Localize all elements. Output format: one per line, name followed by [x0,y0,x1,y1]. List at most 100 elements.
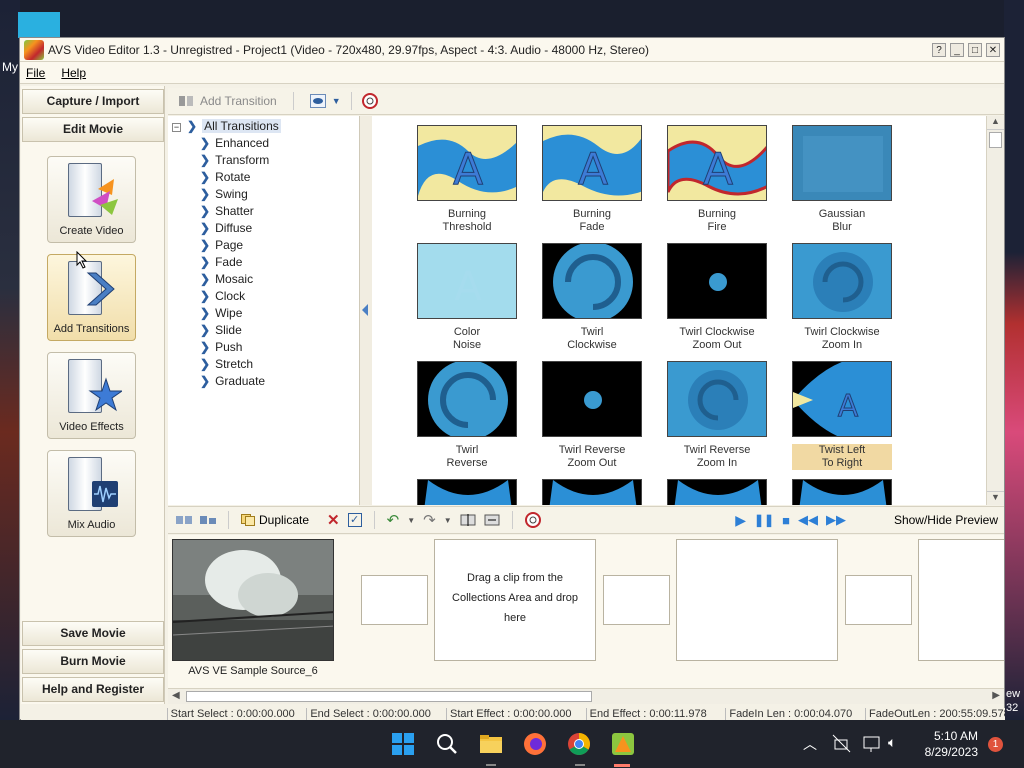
file-explorer-icon[interactable] [479,732,503,756]
view-mode-dropdown-icon[interactable]: ▼ [332,96,341,106]
fast-forward-icon[interactable]: ▶▶ [826,512,846,528]
tree-item[interactable]: ❯ Graduate [200,373,265,390]
transition-thumbnail-partial[interactable] [667,479,768,505]
panel-splitter[interactable] [360,116,372,505]
tree-item[interactable]: ❯ Slide [200,322,242,339]
menu-file[interactable]: File [26,66,45,80]
help-and-register-button[interactable]: Help and Register [22,677,164,702]
tree-item[interactable]: ❯ Swing [200,186,248,203]
create-video-tool[interactable]: Create Video [47,156,136,243]
transition-thumbnail-partial[interactable] [542,479,643,505]
add-transitions-tool[interactable]: Add Transitions [47,254,136,341]
transition-thumbnail[interactable]: Twirl Clockwise Zoom Out [667,243,768,352]
maximize-button[interactable]: □ [968,42,982,57]
search-icon[interactable] [435,732,459,756]
transition-thumbnail[interactable]: Gaussian Blur [792,125,893,234]
menu-help[interactable]: Help [61,66,86,80]
edit-movie-button[interactable]: Edit Movie [22,117,164,142]
transition-thumbnail[interactable]: A Burning Threshold [417,125,518,234]
undo-icon[interactable]: ↶ [387,511,400,529]
show-hide-preview-button[interactable]: Show/Hide Preview [894,513,998,527]
scroll-down-icon[interactable]: ▼ [987,491,1004,505]
tree-item[interactable]: ❯ Fade [200,254,242,271]
empty-clip-slot-1[interactable]: Drag a clip from the Collections Area an… [434,539,596,661]
desktop-shortcut-icon[interactable] [18,12,60,38]
tree-item[interactable]: ❯ Shatter [200,203,254,220]
transition-thumbnail[interactable]: A Burning Fade [542,125,643,234]
transition-thumbnail[interactable]: A Twist Left To Right [792,356,893,470]
empty-clip-slot-2[interactable] [676,539,838,661]
mix-audio-tool[interactable]: Mix Audio [47,450,136,537]
tree-item[interactable]: ❯ Transform [200,152,269,169]
view-mode-icon[interactable] [309,94,326,108]
tree-item[interactable]: ❯ Push [200,339,242,356]
duplicate-button[interactable]: Duplicate [259,513,309,527]
notification-badge[interactable]: 1 [988,737,1003,752]
timeline-view-icon[interactable] [200,514,216,526]
tree-item[interactable]: ❯ Stretch [200,356,253,373]
burn-movie-button[interactable]: Burn Movie [22,649,164,674]
play-icon[interactable]: ▶ [735,512,746,529]
tree-item[interactable]: ❯ Mosaic [200,271,253,288]
tree-item[interactable]: ❯ Enhanced [200,135,269,152]
video-effects-tool[interactable]: Video Effects [47,352,136,439]
scroll-left-icon[interactable]: ◀ [172,690,180,701]
help-lifebuoy-icon[interactable] [361,93,378,109]
help-window-button[interactable]: ? [932,42,946,57]
minimize-button[interactable]: _ [950,42,964,57]
display-icon[interactable] [862,734,886,758]
transition-slot-2[interactable] [603,575,670,625]
vertical-scrollbar[interactable]: ▲ ▼ [986,116,1004,505]
pause-icon[interactable]: ❚❚ [754,513,774,527]
firefox-icon[interactable] [523,732,547,756]
add-transition-button[interactable]: Add Transition [200,94,277,108]
transition-thumbnail[interactable]: Twirl Reverse Zoom Out [542,361,643,470]
check-icon[interactable]: ✓ [347,513,362,527]
start-windows-icon[interactable] [391,732,415,756]
save-movie-button[interactable]: Save Movie [22,621,164,646]
collapse-icon[interactable]: − [172,123,181,132]
transition-thumbnail[interactable]: Twirl Clockwise Zoom In [792,243,893,352]
transition-slot-3[interactable] [845,575,912,625]
redo-dropdown-icon[interactable]: ▼ [444,516,452,525]
capture-import-button[interactable]: Capture / Import [22,89,164,114]
timeline-clip[interactable]: AVS VE Sample Source_6 [172,539,334,679]
transition-thumbnail[interactable]: A Burning Fire [666,125,770,234]
tree-item[interactable]: ❯ Page [200,237,243,254]
delete-icon[interactable]: ✕ [327,511,340,529]
transition-thumbnail-partial[interactable] [792,479,893,505]
avs-video-editor-taskbar-icon[interactable] [611,732,635,756]
trim-icon[interactable] [484,513,500,527]
split-icon[interactable] [460,513,476,527]
stop-icon[interactable]: ■ [782,513,790,528]
scroll-right-icon[interactable]: ▶ [992,690,1000,701]
volume-icon[interactable]: 🔈︎ [888,734,896,751]
tree-root[interactable]: − ❯ All Transitions [172,118,281,135]
tree-item[interactable]: ❯ Diffuse [200,220,252,237]
horizontal-scrollbar[interactable]: ◀ ▶ [168,688,1004,704]
horizontal-scroll-thumb[interactable] [186,691,592,702]
transition-slot-1[interactable] [361,575,428,625]
rewind-icon[interactable]: ◀◀ [798,512,818,528]
tree-item[interactable]: ❯ Wipe [200,305,242,322]
transition-thumbnail-partial[interactable] [417,479,518,505]
scroll-up-icon[interactable]: ▲ [987,116,1004,130]
redo-icon[interactable]: ↷ [423,511,436,529]
transition-thumbnail[interactable]: Twirl Reverse Zoom In [667,361,768,470]
tray-chevron-up-icon[interactable]: ︿ [803,734,817,754]
title-bar[interactable]: AVS Video Editor 1.3 - Unregistred - Pro… [20,38,1004,62]
undo-dropdown-icon[interactable]: ▼ [407,516,415,525]
network-disconnected-icon[interactable] [832,734,856,758]
tree-item[interactable]: ❯ Clock [200,288,245,305]
transition-thumbnail[interactable]: A Color Noise [417,243,518,352]
tree-item[interactable]: ❯ Rotate [200,169,250,186]
empty-clip-slot-3[interactable] [918,539,1004,661]
timeline-help-icon[interactable] [524,512,541,528]
close-button[interactable]: ✕ [986,42,1000,57]
splitter-arrow-icon[interactable] [362,304,368,316]
transition-thumbnail[interactable]: Twirl Clockwise [542,242,643,352]
clock[interactable]: 5:10 AM 8/29/2023 [920,728,978,760]
transition-thumbnail[interactable]: Twirl Reverse [417,360,518,470]
scroll-thumb[interactable] [989,132,1002,148]
chrome-icon[interactable] [567,732,591,756]
